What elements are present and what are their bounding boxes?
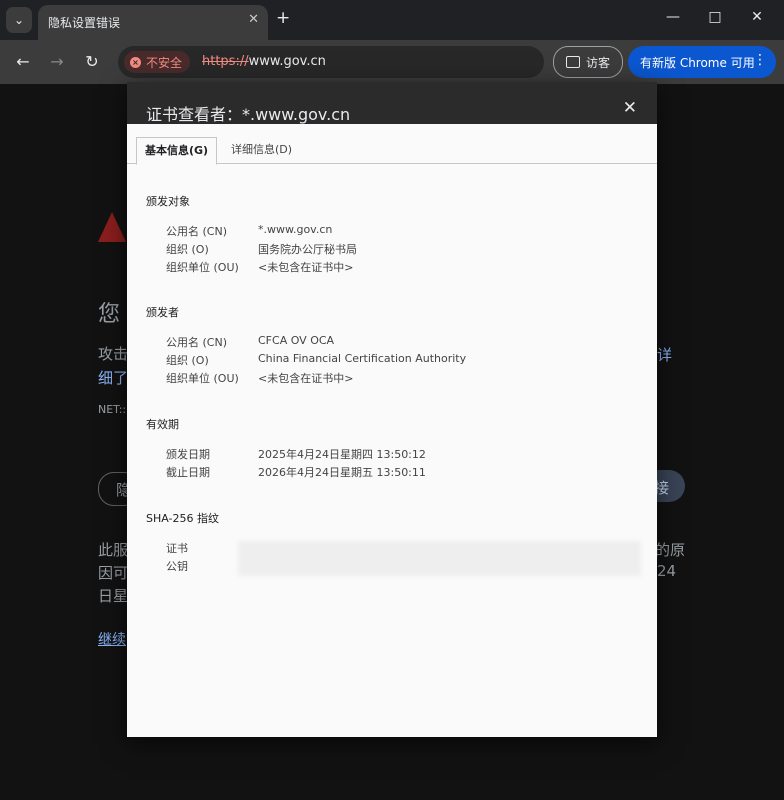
detail-text-line2-end: 24	[657, 562, 677, 580]
tab-title: 隐私设置错误	[48, 16, 121, 30]
issued-by-ou-value: <未包含在证书中>	[258, 372, 354, 385]
warning-icon	[98, 212, 126, 242]
window-close-icon[interactable]: ✕	[742, 9, 772, 25]
issued-to-o-label: 组织 (O)	[166, 243, 209, 256]
toolbar: ← → ↻ × 不安全 https://www.gov.cn 访客 有新版 Ch…	[0, 40, 784, 84]
tab-close-icon[interactable]: ✕	[248, 12, 259, 27]
tab-general[interactable]: 基本信息(G)	[136, 137, 218, 165]
issued-by-o-label: 组织 (O)	[166, 354, 209, 367]
issued-to-ou-label: 组织单位 (OU)	[166, 261, 239, 274]
update-label: 有新版 Chrome 可用	[640, 55, 755, 70]
net-error-code: NET::	[98, 403, 127, 416]
tab-strip: ⌄ 隐私设置错误 ✕ + — □ ✕	[0, 0, 784, 40]
cert-fingerprint-label: 证书	[166, 542, 188, 555]
error-text-line1-start: 攻击	[98, 345, 129, 363]
expiry-date-value: 2026年4月24日星期五 13:50:11	[258, 466, 426, 479]
dialog-tabs: 基本信息(G) 详细信息(D)	[127, 137, 657, 165]
learn-more-link-start[interactable]: 细了	[98, 367, 128, 388]
profile-icon	[565, 56, 580, 68]
detail-text-line3-start: 日星	[98, 587, 129, 605]
public-key-fingerprint-label: 公钥	[166, 560, 188, 573]
learn-more-link-end[interactable]: 详	[657, 344, 672, 365]
fingerprint-values-redacted	[238, 541, 641, 576]
section-title-validity: 有效期	[146, 418, 179, 431]
url-text: https://www.gov.cn	[202, 54, 326, 69]
issued-to-ou-value: <未包含在证书中>	[258, 261, 354, 274]
minimize-icon[interactable]: —	[658, 9, 688, 25]
url-scheme: https://	[202, 54, 249, 69]
chevron-down-icon: ⌄	[13, 13, 25, 27]
detail-text-line1-end: 的原	[655, 541, 686, 559]
close-icon[interactable]: ✕	[623, 98, 637, 118]
detail-text-line2-start: 因可	[98, 564, 129, 582]
issued-to-cn-label: 公用名 (CN)	[166, 225, 227, 238]
section-title-fingerprints: SHA-256 指纹	[146, 512, 219, 525]
security-chip-label: 不安全	[146, 55, 183, 70]
proceed-link[interactable]: 继续	[98, 629, 126, 649]
section-title-issued-to: 颁发对象	[146, 195, 190, 208]
back-icon[interactable]: ←	[12, 52, 34, 71]
issued-by-cn-label: 公用名 (CN)	[166, 336, 227, 349]
forward-icon[interactable]: →	[46, 52, 68, 71]
guest-profile-button[interactable]: 访客	[553, 46, 623, 78]
issued-to-o-value: 国务院办公厅秘书局	[258, 243, 357, 256]
tab-search-button[interactable]: ⌄	[6, 7, 32, 33]
certificate-viewer-dialog: 证书查看者：*.www.gov.cn ✕ 基本信息(G) 详细信息(D) 颁发对…	[127, 82, 657, 737]
error-icon: ×	[130, 56, 141, 68]
issued-by-o-value: China Financial Certification Authority	[258, 352, 467, 365]
url-host: www.gov.cn	[248, 54, 326, 69]
guest-label: 访客	[585, 55, 610, 70]
tab-details[interactable]: 详细信息(D)	[231, 137, 292, 163]
security-chip[interactable]: × 不安全	[124, 51, 191, 73]
dialog-title: 证书查看者：*.www.gov.cn	[146, 105, 351, 124]
section-title-issued-by: 颁发者	[146, 306, 179, 319]
maximize-icon[interactable]: □	[700, 9, 730, 25]
detail-text-line1-start: 此服	[98, 541, 129, 559]
expiry-date-label: 截止日期	[166, 466, 210, 479]
error-heading: 您	[98, 302, 121, 327]
issued-to-cn-value: *.www.gov.cn	[258, 223, 333, 236]
issued-date-label: 颁发日期	[166, 448, 210, 461]
tab-active[interactable]: 隐私设置错误 ✕	[38, 5, 268, 40]
issued-date-value: 2025年4月24日星期四 13:50:12	[258, 448, 426, 461]
new-tab-icon[interactable]: +	[276, 8, 290, 28]
reload-icon[interactable]: ↻	[81, 52, 103, 71]
address-bar[interactable]: × 不安全 https://www.gov.cn	[118, 46, 544, 78]
update-chrome-button[interactable]: 有新版 Chrome 可用 ⋮	[628, 46, 776, 78]
dialog-header: 证书查看者：*.www.gov.cn ✕	[127, 82, 657, 124]
issued-by-ou-label: 组织单位 (OU)	[166, 372, 239, 385]
more-menu-icon[interactable]: ⋮	[753, 52, 767, 68]
issued-by-cn-value: CFCA OV OCA	[258, 334, 335, 347]
